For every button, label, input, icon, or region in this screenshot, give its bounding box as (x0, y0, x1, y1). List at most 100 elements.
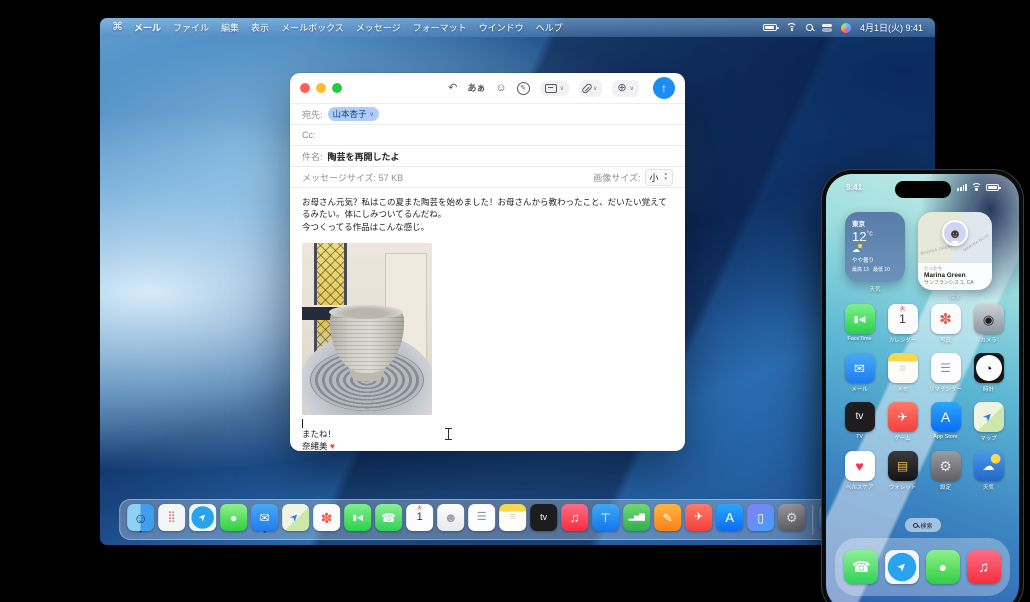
writing-tools-icon[interactable]: ✎ (516, 81, 530, 95)
dock-photos[interactable]: ✽ (313, 504, 341, 535)
dock-maps[interactable]: ➤ (282, 504, 310, 535)
app-grid: ▮◀ FaceTime 火 1 カレンダー ✽ 写真 ◉ カメラ ✉ メール ≡… (838, 304, 1010, 491)
menu-item[interactable]: 編集 (221, 21, 239, 34)
phone-dock-music[interactable]: ♫ (966, 550, 1001, 584)
dock-settings[interactable]: ⚙ (778, 504, 806, 535)
iphone-dock: ☎ ➤ ● ♫ (835, 538, 1010, 596)
dock-calendar[interactable]: 火 1 (406, 504, 434, 535)
app-clock[interactable]: ◔ 時計 (968, 353, 1010, 393)
app-settings[interactable]: ⚙ 設定 (925, 451, 967, 491)
image-size-select[interactable]: 小 ▲ ▼ (644, 168, 673, 186)
dock-games[interactable]: ✈ (685, 504, 713, 535)
menu-item[interactable]: ウインドウ (479, 21, 524, 34)
wifi-icon (971, 183, 982, 192)
cc-field[interactable]: Cc: (290, 124, 685, 145)
app-tv[interactable]: tv TV (839, 402, 881, 442)
subject-label: 件名: (302, 151, 323, 162)
minimize-button[interactable] (316, 83, 326, 93)
wifi-icon[interactable] (786, 23, 798, 32)
dock-numbers[interactable]: ▂▅▇ (623, 504, 651, 535)
dock-iphone-mirroring[interactable]: ▯ (747, 504, 775, 535)
message-body[interactable]: お母さん元気？私はこの夏また陶芸を始めました！お母さんから教わったこと、だいたい… (290, 187, 685, 453)
undo-icon[interactable]: ↶ (448, 82, 457, 94)
menu-clock[interactable]: 4月1日(火) 9:41 (860, 21, 923, 34)
chevron-down-icon: ∨ (559, 85, 564, 92)
phone-dock-messages[interactable]: ● (925, 550, 960, 584)
subject-field[interactable]: 件名: 陶芸を再開したよ (290, 145, 685, 166)
dock-divider (811, 504, 813, 535)
dock-appstore[interactable]: A (716, 504, 744, 535)
app-reminders[interactable]: ☰ リマインダー (925, 353, 967, 393)
to-field[interactable]: 宛先: 山本杏子 ∨ (290, 103, 685, 124)
app-maps[interactable]: ➤ マップ (968, 402, 1010, 442)
findmy-widget[interactable]: MARINA GREEN DR MARINA BLVD ☻ たった今 Marin… (918, 212, 992, 290)
dock-phone[interactable]: ☎ (375, 504, 403, 535)
dock-tv[interactable]: tv (530, 504, 558, 535)
menu-item[interactable]: メール (134, 21, 161, 34)
siri-icon[interactable] (840, 22, 851, 33)
dock-pages[interactable]: ✎ (654, 504, 682, 535)
search-label: 検索 (920, 523, 933, 530)
app-calendar[interactable]: 火 1 カレンダー (882, 304, 924, 344)
dock-mail[interactable]: ✉ • (251, 504, 279, 536)
menu-item[interactable]: 表示 (251, 21, 269, 34)
text-format-icon[interactable]: あぁ (467, 83, 485, 93)
send-button[interactable]: ↑ (653, 77, 675, 99)
body-paragraph: 今つくってる作品はこんな感じ。 (302, 221, 430, 232)
app-weather[interactable]: ☁ 天気 (968, 451, 1010, 491)
app-camera[interactable]: ◉ カメラ (968, 304, 1010, 344)
app-mail[interactable]: ✉ メール (839, 353, 881, 393)
dock-finder[interactable]: ☺ • (127, 504, 155, 536)
avatar: ☻ (942, 220, 968, 246)
cc-label: Cc: (302, 130, 316, 140)
emoji-icon[interactable]: ☺ (495, 82, 506, 94)
menu-item[interactable]: メッセージ (356, 21, 401, 34)
app-notes[interactable]: ≡ メモ (882, 353, 924, 393)
app-appstore[interactable]: A App Store (925, 402, 967, 442)
menu-items: メール ファイル 編集 表示 メールボックス メッセージ フォーマット ウインドウ ヘルプ (134, 21, 563, 34)
image-size-value: 小 (649, 172, 659, 183)
app-facetime[interactable]: ▮◀ FaceTime (839, 304, 881, 344)
format-pane-button[interactable]: ∨ (539, 80, 569, 96)
app-wallet[interactable]: ▤ ウォレット (882, 451, 924, 491)
battery-icon[interactable] (763, 24, 779, 31)
dock-contacts[interactable]: ☻ (437, 504, 465, 535)
message-size: メッセージサイズ: 57 KB (302, 172, 404, 183)
insert-button[interactable]: ⊕ ∨ (612, 79, 639, 97)
recipient-chip[interactable]: 山本杏子 ∨ (327, 107, 379, 121)
phone-dock-safari[interactable]: ➤ (885, 550, 920, 584)
dock-notes[interactable]: ≡ (499, 504, 527, 535)
control-center-icon[interactable] (821, 23, 832, 32)
menu-item[interactable]: ヘルプ (536, 21, 563, 34)
findmy-info: たった今 Marina Green サンフランシスコ, CA (918, 263, 992, 290)
app-health[interactable]: ♥ ヘルスケア (839, 451, 881, 491)
dock-launchpad[interactable]: ⣿ (158, 504, 186, 535)
findmy-place: Marina Green (924, 272, 966, 279)
dock: ☺ • ⣿ ➤ ● ✉ • ➤ ✽ ▮◀ ☎ 火 1 ☻ ☰ ≡ tv ♫ ⊤ … (118, 499, 886, 540)
spotlight-search-icon[interactable] (806, 24, 813, 31)
format-pane-icon (544, 83, 557, 93)
dock-music[interactable]: ♫ (561, 504, 589, 535)
attach-button[interactable]: ∨ (578, 79, 603, 97)
apple-menu-icon[interactable]: ⌘ (112, 22, 123, 33)
zoom-button[interactable] (332, 83, 342, 93)
close-button[interactable] (300, 83, 310, 93)
menu-item[interactable]: メールボックス (281, 21, 344, 34)
app-photos[interactable]: ✽ 写真 (925, 304, 967, 344)
menu-item[interactable]: フォーマット (413, 21, 467, 34)
weather-high-low: 最高 13 最低 10 (852, 267, 890, 273)
dock-reminders[interactable]: ☰ (468, 504, 496, 535)
dock-facetime[interactable]: ▮◀ (344, 504, 372, 535)
phone-dock-phone[interactable]: ☎ (844, 550, 879, 584)
dock-messages[interactable]: ● (220, 504, 248, 535)
dock-keynote[interactable]: ⊤ (592, 504, 620, 535)
search-pill[interactable]: 検索 (904, 518, 941, 532)
widget-label-findmy: 探す (949, 295, 961, 301)
menu-item[interactable]: ファイル (173, 21, 209, 34)
ibeam-cursor (445, 428, 452, 440)
dock-safari[interactable]: ➤ (189, 504, 217, 535)
weather-widget[interactable]: 東京 12°c ☁ やや曇り 最高 13 最低 10 (845, 212, 905, 282)
menu-bar: ⌘ メール ファイル 編集 表示 メールボックス メッセージ フォーマット ウインドウ ヘルプ … (100, 18, 935, 37)
app-games[interactable]: ✈ ゲーム (882, 402, 924, 442)
text-caret (302, 418, 303, 428)
